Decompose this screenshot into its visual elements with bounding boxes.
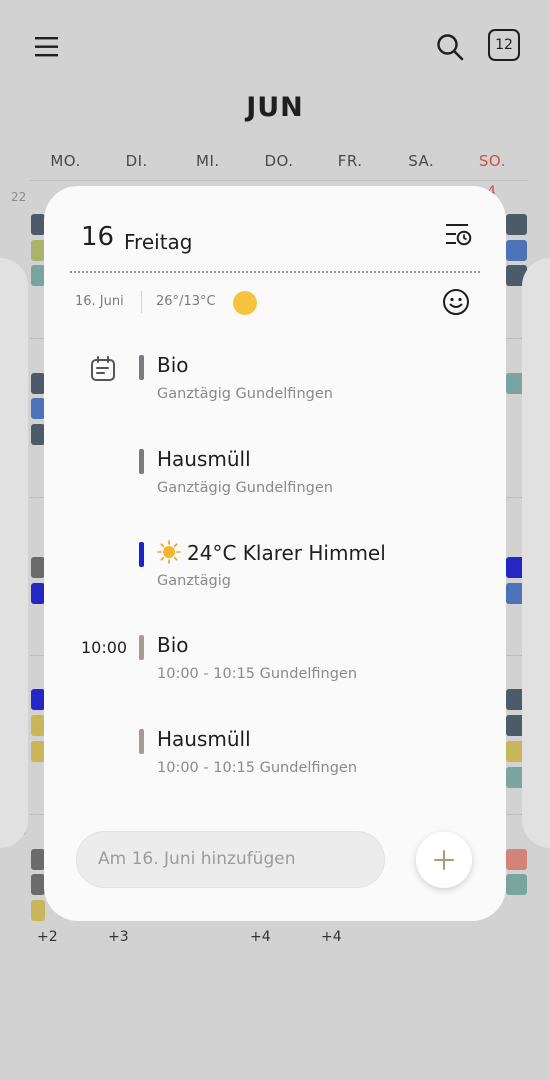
weekday-tue: DI. xyxy=(125,152,148,170)
more-events-count[interactable]: +4 xyxy=(321,929,342,945)
event-subtitle: Ganztägig Gundelfingen xyxy=(157,386,333,402)
event-color-bar xyxy=(139,729,144,754)
event-subtitle: Ganztägig Gundelfingen xyxy=(157,480,333,496)
event-color-bar xyxy=(139,449,144,474)
day-detail-card: 16 Freitag 16. Juni 26°/13°C Bio Ganztäg… xyxy=(44,186,506,921)
event-title: Hausmüll xyxy=(157,727,251,751)
background-event-chip[interactable] xyxy=(31,900,45,921)
weekday-header: MO. DI. MI. DO. FR. SA. SO. xyxy=(30,152,528,170)
event-item[interactable]: Bio 10:00 - 10:15 Gundelfingen xyxy=(139,633,489,695)
event-subtitle: 10:00 - 10:15 Gundelfingen xyxy=(157,666,358,682)
search-icon[interactable] xyxy=(433,30,467,64)
today-button[interactable]: 12 xyxy=(488,29,520,61)
sticker-smiley-icon[interactable] xyxy=(441,287,471,317)
quick-add-input[interactable]: Am 16. Juni hinzufügen xyxy=(76,831,385,888)
event-title-row: 24°C Klarer Himmel xyxy=(157,540,386,565)
more-events-count[interactable]: +4 xyxy=(250,929,271,945)
sun-icon xyxy=(157,540,181,564)
background-event-chip[interactable] xyxy=(31,373,45,394)
background-event-chip[interactable] xyxy=(31,849,45,870)
event-item[interactable]: Bio Ganztägig Gundelfingen xyxy=(139,353,489,415)
schedule-list-icon[interactable] xyxy=(444,222,474,248)
weather-event-item[interactable]: 24°C Klarer Himmel Ganztägig xyxy=(139,540,489,602)
background-event-chip[interactable] xyxy=(506,214,527,235)
temperature: 26°/13°C xyxy=(156,294,216,309)
weekday-thu: DO. xyxy=(264,152,294,170)
event-item[interactable]: Hausmüll Ganztägig Gundelfingen xyxy=(139,447,489,509)
background-event-chip[interactable] xyxy=(31,874,45,895)
event-subtitle: 10:00 - 10:15 Gundelfingen xyxy=(157,760,358,776)
event-item[interactable]: Hausmüll 10:00 - 10:15 Gundelfingen xyxy=(139,727,489,789)
event-title: 24°C Klarer Himmel xyxy=(187,541,386,565)
day-number: 16 xyxy=(81,222,115,252)
event-title: Bio xyxy=(157,353,189,377)
event-color-bar xyxy=(139,635,144,660)
header-divider xyxy=(70,271,480,273)
week-divider xyxy=(30,180,528,181)
event-title: Hausmüll xyxy=(157,447,251,471)
info-separator xyxy=(141,291,142,313)
weekday-sat: SA. xyxy=(408,152,435,170)
event-subtitle: Ganztägig xyxy=(157,573,231,589)
background-event-chip[interactable] xyxy=(31,689,45,710)
date-short: 16. Juni xyxy=(75,294,124,309)
week-number: 22 xyxy=(11,190,27,204)
background-event-chip[interactable] xyxy=(31,214,45,235)
more-events-count[interactable]: +3 xyxy=(108,929,129,945)
background-event-chip[interactable] xyxy=(31,741,45,762)
all-day-calendar-icon xyxy=(88,354,118,384)
add-event-button[interactable] xyxy=(416,832,472,888)
more-events-count[interactable]: +2 xyxy=(37,929,58,945)
background-event-chip[interactable] xyxy=(31,398,45,419)
background-event-chip[interactable] xyxy=(506,849,527,870)
event-color-bar xyxy=(139,355,144,380)
weekday-fri: FR. xyxy=(337,152,363,170)
weekday-wed: MI. xyxy=(196,152,220,170)
previous-day-card-peek[interactable] xyxy=(0,258,28,848)
top-bar: 12 xyxy=(0,0,550,95)
background-event-chip[interactable] xyxy=(31,424,45,445)
weekday-mon: MO. xyxy=(50,152,81,170)
background-event-chip[interactable] xyxy=(31,265,45,286)
background-event-chip[interactable] xyxy=(506,874,527,895)
background-event-chip[interactable] xyxy=(31,557,45,578)
plus-icon xyxy=(434,850,454,870)
sunny-weather-icon xyxy=(233,291,257,315)
hamburger-menu-icon[interactable] xyxy=(30,30,64,64)
weekday-sun: SO. xyxy=(478,152,506,170)
background-event-chip[interactable] xyxy=(506,240,527,261)
event-title: Bio xyxy=(157,633,189,657)
today-date-label: 12 xyxy=(495,37,513,53)
background-event-chip[interactable] xyxy=(31,583,45,604)
month-title: JUN xyxy=(246,92,304,123)
event-start-time: 10:00 xyxy=(81,638,128,657)
background-event-chip[interactable] xyxy=(31,240,45,261)
background-event-chip[interactable] xyxy=(31,715,45,736)
event-color-bar xyxy=(139,542,144,567)
day-name: Freitag xyxy=(124,230,193,254)
next-day-card-peek[interactable] xyxy=(522,258,550,848)
